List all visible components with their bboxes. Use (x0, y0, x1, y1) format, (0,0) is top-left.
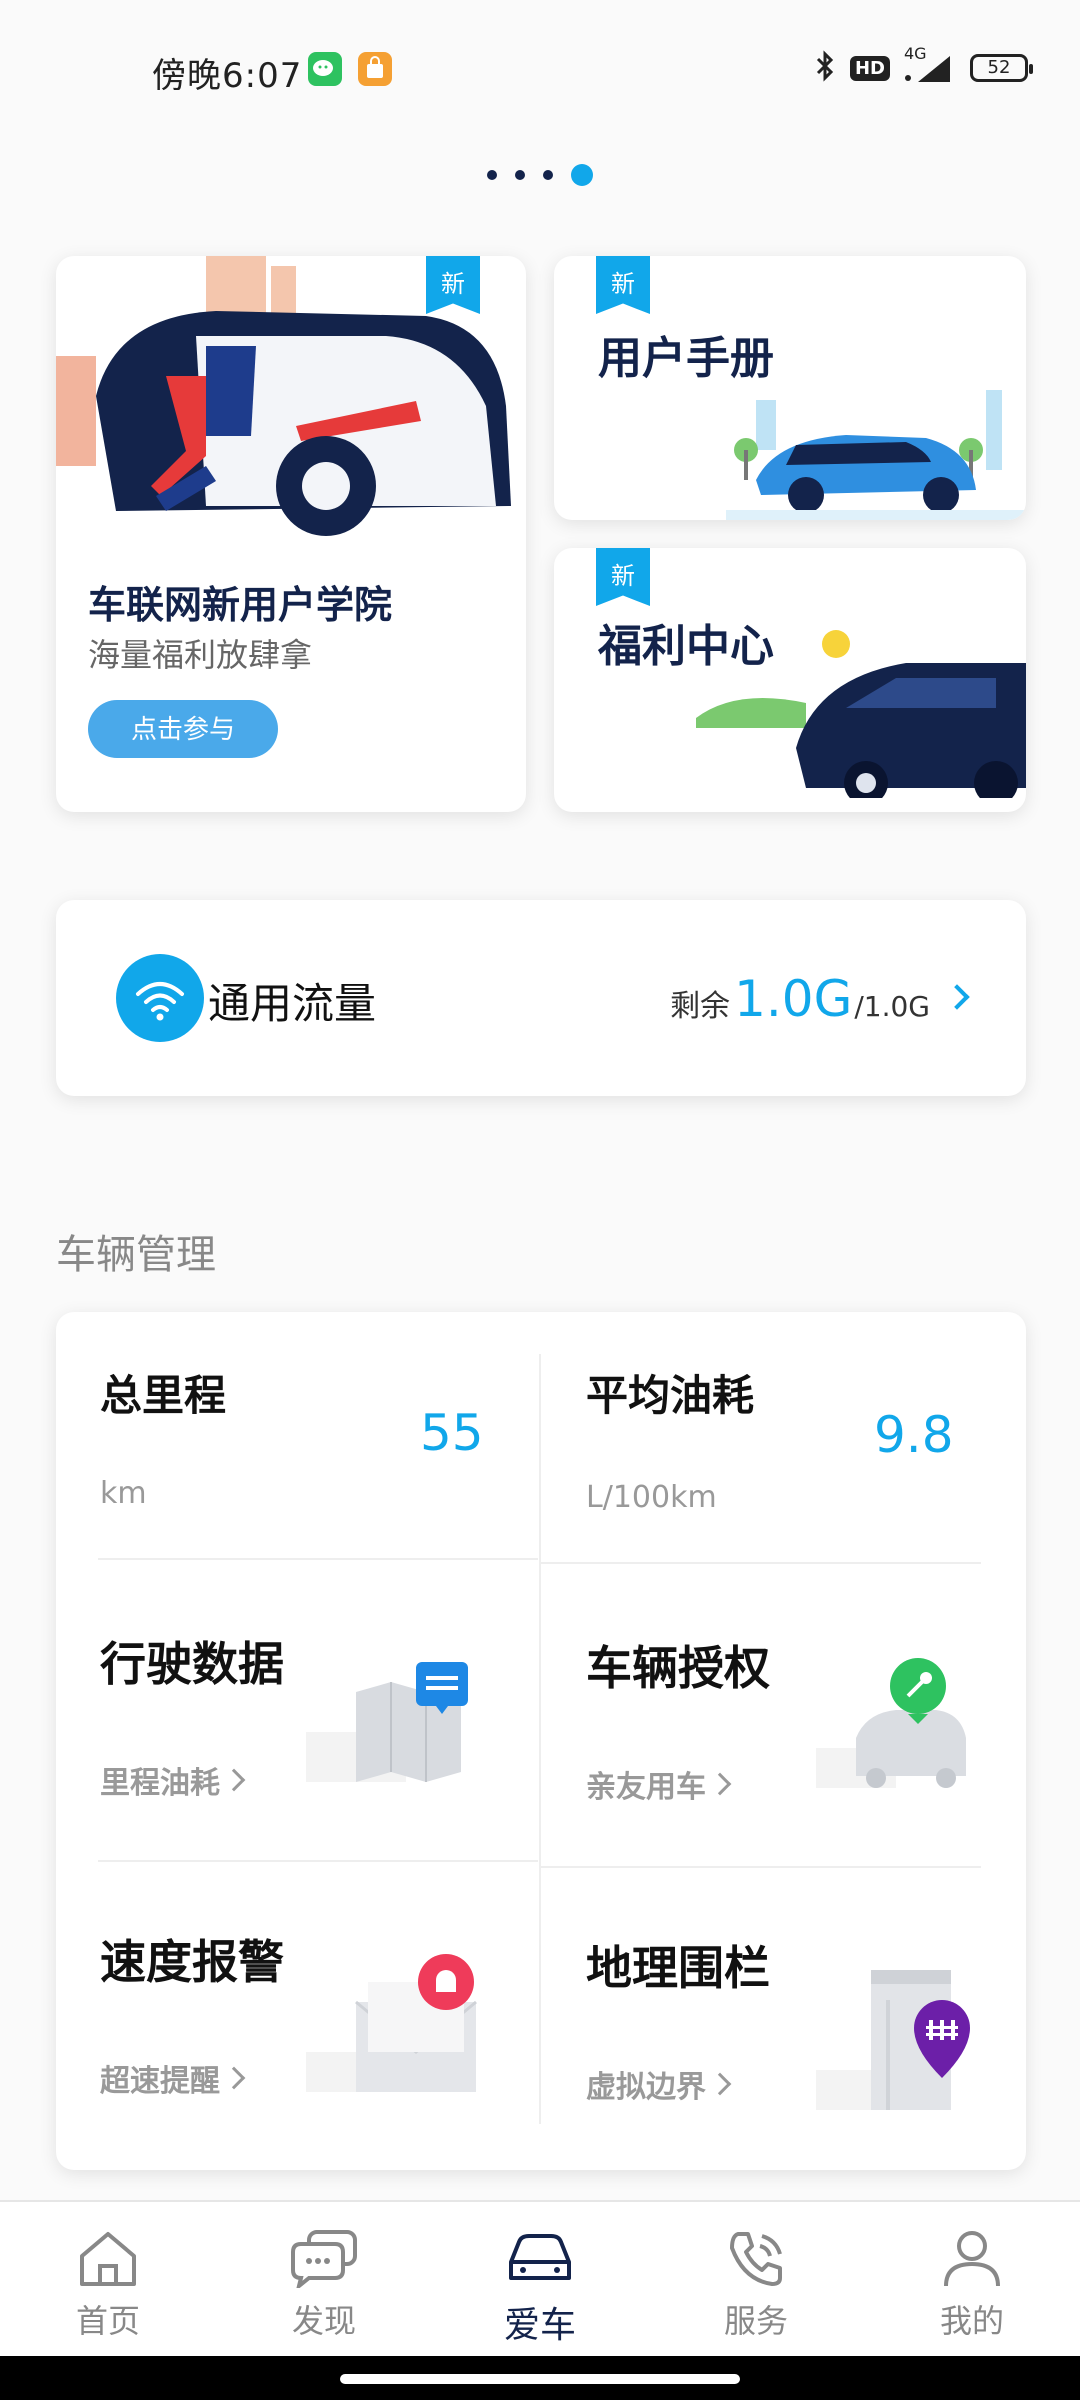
alarm-envelope-icon (306, 1954, 477, 2092)
divider (541, 1562, 981, 1564)
chat-icon (291, 2230, 357, 2288)
car-icon (509, 2234, 571, 2280)
banner-pager (0, 164, 1080, 186)
fence-location-icon (816, 1970, 970, 2110)
nav-label: 服务 (723, 2302, 788, 2340)
total-mileage-title: 总里程 (100, 1371, 227, 1420)
remaining-label: 剩余 (670, 989, 731, 1024)
chevron-right-icon (222, 2066, 246, 2090)
nav-label: 发现 (291, 2302, 356, 2340)
average-fuel-title: 平均油耗 (586, 1371, 755, 1420)
welfare-center-card[interactable]: 新 福利中心 (554, 548, 1026, 812)
speed-alert-link-label: 超速提醒 (100, 2064, 220, 2099)
pager-dot-active[interactable] (571, 164, 593, 186)
battery-indicator: 52 (970, 54, 1033, 82)
chevron-right-icon (944, 984, 970, 1010)
total-value: /1.0G (854, 990, 930, 1023)
user-manual-title: 用户手册 (598, 333, 774, 384)
geofence-link-label: 虚拟边界 (586, 2070, 706, 2105)
academy-title: 车联网新用户学院 (88, 583, 393, 627)
pager-dot[interactable] (487, 170, 497, 180)
divider (98, 1558, 538, 1560)
chevron-right-icon (708, 1772, 732, 1796)
nav-item-home[interactable]: 首页 (0, 2202, 216, 2356)
driving-data-link[interactable]: 里程油耗 (100, 1758, 246, 1802)
geofence-link[interactable]: 虚拟边界 (586, 2062, 732, 2106)
pager-dot[interactable] (515, 170, 525, 180)
data-plan-card[interactable]: 通用流量 剩余 1.0G /1.0G (56, 900, 1026, 1096)
shopping-app-icon (358, 52, 392, 86)
chevron-right-icon (708, 2072, 732, 2096)
new-badge: 新 (596, 256, 650, 314)
user-icon (944, 2231, 1000, 2287)
academy-banner-card[interactable]: 新 车联网新用户学院 海量福利放肆拿 点击参与 (56, 256, 526, 812)
nav-item-service[interactable]: 服务 (648, 2202, 864, 2356)
total-mileage-unit: km (100, 1476, 147, 1511)
nav-label: 首页 (75, 2302, 140, 2340)
speed-alert-title: 速度报警 (100, 1935, 284, 1989)
divider (541, 1866, 981, 1868)
user-manual-card[interactable]: 新 用户手册 (554, 256, 1026, 520)
bottom-navigation: 首页 发现 爱车 服务 我的 (0, 2200, 1080, 2356)
driving-data-link-label: 里程油耗 (100, 1766, 220, 1801)
divider (539, 1354, 541, 2124)
signal-icon: 4G (904, 44, 956, 84)
pager-dot[interactable] (543, 170, 553, 180)
average-fuel-unit: L/100km (586, 1480, 717, 1515)
nav-item-my-car[interactable]: 爱车 (432, 2202, 648, 2356)
hd-badge: HD (849, 55, 890, 81)
nav-label: 我的 (939, 2302, 1004, 2340)
navy-car-illustration (696, 630, 1026, 798)
speed-alert-link[interactable]: 超速提醒 (100, 2056, 246, 2100)
home-icon (80, 2232, 136, 2286)
new-badge: 新 (596, 548, 650, 606)
average-fuel-value: 9.8 (874, 1406, 954, 1464)
nav-item-profile[interactable]: 我的 (864, 2202, 1080, 2356)
remaining-value: 1.0G (734, 970, 853, 1028)
nav-label: 爱车 (503, 2305, 576, 2346)
chevron-right-icon (222, 1768, 246, 1792)
map-message-icon (306, 1662, 468, 1782)
blue-car-illustration (726, 390, 1026, 520)
bluetooth-icon (814, 50, 836, 86)
nav-item-discover[interactable]: 发现 (216, 2202, 432, 2356)
home-indicator[interactable] (340, 2374, 740, 2384)
wifi-icon (116, 954, 204, 1042)
car-key-icon (816, 1658, 966, 1788)
total-mileage-value: 55 (420, 1404, 484, 1462)
data-remaining[interactable]: 剩余 1.0G /1.0G (670, 970, 970, 1028)
vehicle-authorization-title: 车辆授权 (586, 1641, 770, 1695)
status-bar: 傍晚6:07 HD 4G 52 (0, 0, 1080, 130)
geofence-title: 地理围栏 (586, 1941, 770, 1995)
divider (98, 1860, 538, 1862)
vehicle-authorization-link[interactable]: 亲友用车 (586, 1762, 732, 1806)
phone-icon (730, 2232, 782, 2286)
wechat-icon (308, 52, 342, 86)
vehicle-authorization-link-label: 亲友用车 (586, 1770, 706, 1805)
vehicle-management-card: 总里程 55 km 平均油耗 9.8 L/100km 行驶数据 里程油耗 车辆授… (56, 1312, 1026, 2170)
status-time: 傍晚6:07 (152, 56, 303, 96)
driving-data-title: 行驶数据 (100, 1637, 284, 1691)
join-button[interactable]: 点击参与 (88, 700, 278, 758)
section-title-vehicle-management: 车辆管理 (56, 1232, 216, 1278)
academy-subtitle: 海量福利放肆拿 (88, 636, 313, 674)
data-plan-label: 通用流量 (208, 979, 377, 1028)
